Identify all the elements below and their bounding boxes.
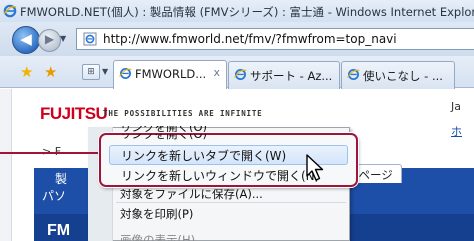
tab-fmworld[interactable]: FMWORLD... x — [113, 60, 227, 89]
ie-logo-icon — [3, 4, 17, 18]
tab-list-dropdown-icon[interactable]: ▼ — [102, 67, 108, 76]
favorites-star-icon[interactable]: ★ — [20, 63, 33, 81]
add-favorites-star-icon[interactable]: ★ — [44, 63, 57, 81]
mouse-cursor-icon — [306, 154, 324, 181]
tab-label: 使いこなし - ... — [363, 69, 443, 83]
brand-tagline: THE POSSIBILITIES ARE INFINITE — [103, 109, 263, 118]
close-tab-icon[interactable]: x — [213, 66, 220, 79]
menu-separator — [116, 202, 346, 203]
forward-arrow-icon: ▶ — [44, 32, 55, 46]
menu-item-open-in-new-tab[interactable]: リンクを新しいタブで開く(W) — [121, 147, 286, 164]
tab-bar: ★ ★ ⊞ ▼ FMWORLD... x サポート - Az... 使いこなし … — [0, 56, 474, 89]
window-title: FMWORLD.NET(個人) : 製品情報 (FMVシリーズ) : 富士通 -… — [20, 5, 474, 19]
address-bar[interactable]: http://www.fmworld.net/fmv/?fmwfrom=top_… — [76, 28, 474, 50]
menu-item-save-target[interactable]: 対象をファイルに保存(A)... — [120, 189, 263, 202]
fujitsu-logo[interactable]: FUJITSU — [40, 104, 108, 124]
page-left-margin — [0, 89, 12, 241]
tab-label: FMWORLD... — [135, 67, 207, 81]
recent-pages-dropdown-icon[interactable]: ▼ — [60, 34, 66, 43]
callout-leader-line — [0, 152, 99, 154]
menu-item-show-image[interactable]: 画像の表示(H) — [120, 233, 195, 241]
ie-page-icon — [234, 69, 247, 80]
tab-how-to-use[interactable]: 使いこなし - ... — [341, 61, 455, 89]
language-link[interactable]: Ja — [451, 100, 461, 113]
ie-page-icon — [119, 68, 132, 79]
tab-label: サポート - Az... — [250, 69, 333, 83]
back-button[interactable]: ◀ — [12, 26, 40, 54]
callout-menu-item-open-link[interactable]: リンクを開く(O) — [120, 134, 207, 142]
title-bar: FMWORLD.NET(個人) : 製品情報 (FMVシリーズ) : 富士通 -… — [0, 0, 474, 22]
back-arrow-icon: ◀ — [20, 30, 32, 48]
nav-band-label[interactable]: 製 — [55, 170, 67, 187]
nav-band-label[interactable]: パソ — [42, 187, 66, 204]
page-favicon-icon — [83, 32, 97, 46]
ie-page-icon — [347, 69, 360, 80]
quick-tabs-button[interactable]: ⊞ — [82, 64, 100, 80]
menu-item-print-target[interactable]: 対象を印刷(P) — [120, 206, 193, 222]
banner-title: FM — [47, 222, 71, 239]
forward-button[interactable]: ▶ — [38, 29, 61, 52]
address-url: http://www.fmworld.net/fmv/?fmwfrom=top_… — [103, 32, 397, 46]
menu-item-open-in-new-window[interactable]: リンクを新しいウィンドウで開く(N) — [121, 167, 319, 184]
home-link[interactable]: ホ — [451, 123, 462, 139]
tab-support[interactable]: サポート - Az... — [228, 61, 340, 89]
navigation-bar: ◀ ▶ ▼ http://www.fmworld.net/fmv/?fmwfro… — [0, 22, 474, 56]
